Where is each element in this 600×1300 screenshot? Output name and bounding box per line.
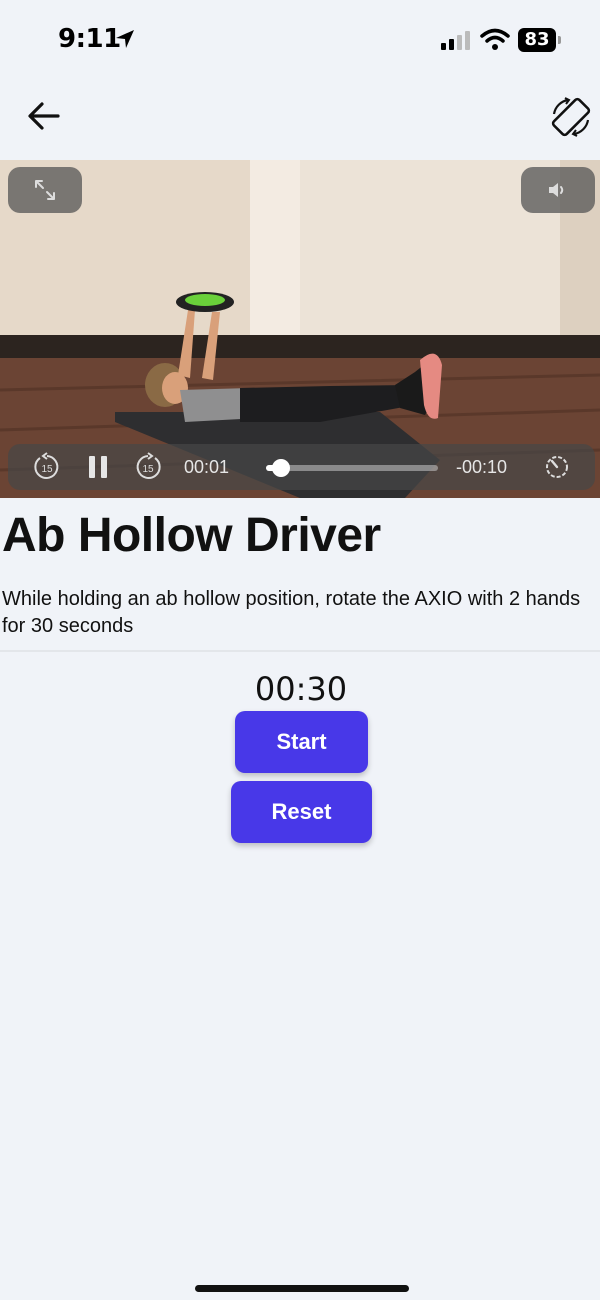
video-controls: 15 15 00:01 -00:10 <box>8 444 595 490</box>
rewind-15-label: 15 <box>41 464 53 475</box>
elapsed-time: 00:01 <box>184 457 230 477</box>
countdown-timer: 00:30 <box>254 670 348 708</box>
battery-indicator: 83 <box>518 28 562 52</box>
volume-button[interactable] <box>521 167 595 213</box>
fullscreen-button[interactable] <box>8 167 82 213</box>
forward-15-label: 15 <box>142 464 154 475</box>
screen-rotation-icon[interactable] <box>548 94 594 140</box>
battery-level: 83 <box>518 28 556 52</box>
video-player[interactable]: 15 15 00:01 -00:10 <box>0 160 600 498</box>
battery-tip <box>558 36 561 44</box>
divider <box>0 650 600 652</box>
remaining-time: -00:10 <box>456 457 508 477</box>
location-arrow-icon <box>116 30 134 48</box>
playback-speed-icon[interactable] <box>542 452 572 482</box>
status-bar: 9:11 83 <box>0 0 600 80</box>
start-button[interactable]: Start <box>235 711 368 773</box>
exercise-description: While holding an ab hollow position, rot… <box>2 588 581 637</box>
back-arrow-icon[interactable] <box>22 94 66 138</box>
exercise-screen: 9:11 83 15 15 00:01 -00:10 Ab Hollow Dri… <box>0 0 600 1300</box>
status-time: 9:11 <box>58 24 121 54</box>
video-scrubber[interactable] <box>266 459 438 477</box>
home-indicator <box>195 1285 409 1292</box>
pause-icon[interactable] <box>83 452 113 482</box>
cellular-signal-icon <box>441 31 470 50</box>
rewind-15-icon[interactable]: 15 <box>32 452 62 482</box>
volume-icon <box>549 183 564 197</box>
exercise-title: Ab Hollow Driver <box>2 509 381 562</box>
wifi-icon <box>480 28 510 50</box>
expand-icon <box>35 180 55 200</box>
forward-15-icon[interactable]: 15 <box>133 452 163 482</box>
scrubber-thumb[interactable] <box>272 459 291 477</box>
reset-button[interactable]: Reset <box>231 781 372 843</box>
